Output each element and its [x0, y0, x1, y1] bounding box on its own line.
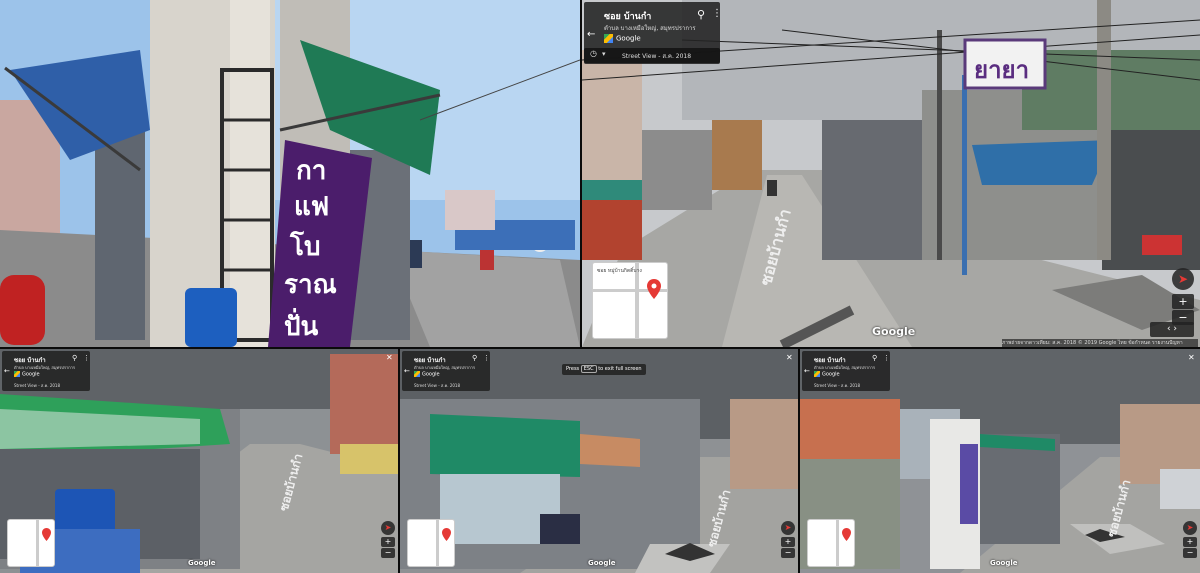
- minus-icon[interactable]: −: [1183, 548, 1197, 558]
- chevron-down-icon: ▾: [602, 50, 606, 58]
- nav-arrows[interactable]: ‹ ›: [1150, 322, 1194, 337]
- map-pin-icon: [647, 279, 661, 299]
- sign-line: โบ: [290, 232, 321, 262]
- sign-line: ปั่น: [284, 312, 319, 342]
- hint-press: Press: [566, 366, 580, 372]
- google-label: Google: [22, 371, 40, 378]
- google-watermark: Google: [188, 559, 216, 567]
- street-view-date[interactable]: Street View - ส.ค. 2018: [814, 382, 860, 389]
- google-maps-logo-icon: [604, 34, 613, 43]
- arrow-back-icon[interactable]: ←: [404, 367, 410, 375]
- fullscreen-hint: Press ESC to exit full screen: [562, 364, 646, 375]
- more-vert-icon[interactable]: ⋮: [483, 354, 490, 362]
- google-maps-logo-icon: [814, 371, 820, 377]
- compass-icon[interactable]: ➤: [1172, 268, 1194, 290]
- location-title: ซอย บ้านกำ: [604, 12, 652, 22]
- minimap[interactable]: [7, 519, 55, 567]
- map-pin-icon: [42, 528, 51, 541]
- google-label: Google: [616, 34, 641, 43]
- google-maps-link[interactable]: Google: [414, 371, 440, 378]
- google-watermark: Google: [588, 559, 616, 567]
- minimap[interactable]: [807, 519, 855, 567]
- location-subtitle: ตำบล บางเหมือใหญ่, สมุทรปราการ: [814, 365, 876, 370]
- clock-icon: ◷: [590, 49, 597, 58]
- minimap[interactable]: [407, 519, 455, 567]
- minus-icon[interactable]: −: [381, 548, 395, 558]
- close-icon[interactable]: ✕: [786, 353, 793, 362]
- close-icon[interactable]: ✕: [1188, 353, 1195, 362]
- map-pin-icon: [442, 528, 451, 541]
- map-pin-icon: [842, 528, 851, 541]
- location-subtitle: ตำบล บางเหมือใหญ่, สมุทรปราการ: [14, 365, 76, 370]
- plus-icon[interactable]: +: [1172, 294, 1194, 309]
- minimap[interactable]: ซอย หมู่บ้านกิตติ์บาง: [592, 262, 668, 339]
- location-subtitle: ตำบล บางเหมือใหญ่, สมุทรปราการ: [414, 365, 476, 370]
- streetview-main-panel[interactable]: ยายา ซอยบ้านกำ ← ซอย บ้านกำ ตำบล บางเหมื…: [582, 0, 1200, 347]
- google-maps-link[interactable]: Google: [814, 371, 840, 378]
- close-icon[interactable]: ✕: [386, 353, 393, 362]
- street-view-date[interactable]: Street View - ส.ค. 2018: [414, 382, 460, 389]
- compass-icon[interactable]: ➤: [1183, 521, 1197, 535]
- google-maps-logo-icon: [414, 371, 420, 377]
- minimap-road: [836, 520, 839, 566]
- street-view-date-bar[interactable]: ◷ ▾ Street View - ส.ค. 2018: [584, 48, 720, 63]
- sign-line: กา: [296, 156, 327, 186]
- more-vert-icon[interactable]: ⋮: [883, 354, 890, 362]
- streetview-small-panel-3[interactable]: ซอยบ้านกำ ← ซอย บ้านกำ ตำบล บางเหมือใหญ่…: [800, 349, 1200, 573]
- google-watermark: Google: [872, 325, 916, 338]
- arrow-back-icon[interactable]: ←: [804, 367, 810, 375]
- plus-icon[interactable]: +: [1183, 537, 1197, 547]
- map-pin-icon[interactable]: ⚲: [872, 354, 877, 362]
- hint-rest: to exit full screen: [598, 366, 642, 372]
- google-watermark: Google: [990, 559, 1018, 567]
- street-view-date: Street View - ส.ค. 2018: [622, 53, 692, 60]
- location-info-card[interactable]: ← ซอย บ้านกำ ตำบล บางเหมือใหญ่, สมุทรปรา…: [2, 351, 90, 391]
- street-view-date[interactable]: Street View - ส.ค. 2018: [14, 382, 60, 389]
- minimap-road: [436, 520, 439, 566]
- map-footer[interactable]: ภาพถ่ายจากดาวเทียม: ส.ค. 2018 © 2019 Goo…: [1002, 339, 1198, 347]
- location-info-card[interactable]: ← ซอย บ้านกำ ตำบล บางเหมือใหญ่, สมุทรปรา…: [802, 351, 890, 391]
- compass-icon[interactable]: ➤: [381, 521, 395, 535]
- location-info-card[interactable]: ← ซอย บ้านกำ ตำบล บางเหมือใหญ่, สมุทรปรา…: [402, 351, 490, 391]
- plus-icon[interactable]: +: [381, 537, 395, 547]
- google-label: Google: [422, 371, 440, 378]
- streetview-small-panel-1[interactable]: ซอยบ้านกำ ← ซอย บ้านกำ ตำบล บางเหมือใหญ่…: [0, 349, 398, 573]
- map-pin-icon[interactable]: ⚲: [472, 354, 477, 362]
- google-maps-link[interactable]: Google: [604, 34, 641, 43]
- map-pin-icon[interactable]: ⚲: [697, 8, 705, 21]
- plus-icon[interactable]: +: [781, 537, 795, 547]
- minimap-label: ซอย หมู่บ้านกิตติ์บาง: [597, 268, 642, 274]
- minus-icon[interactable]: −: [781, 548, 795, 558]
- google-maps-logo-icon: [14, 371, 20, 377]
- sign-line: แฟ: [294, 192, 330, 222]
- arrow-back-icon[interactable]: ←: [4, 367, 10, 375]
- streetview-small-panel-2[interactable]: ซอยบ้านกำ Press ESC to exit full screen …: [400, 349, 798, 573]
- shop-sign-text: ยายา: [974, 56, 1030, 84]
- location-subtitle: ตำบล บางเหมือใหญ่, สมุทรปราการ: [604, 25, 696, 32]
- more-vert-icon[interactable]: ⋮: [83, 354, 90, 362]
- arrow-back-icon[interactable]: ←: [587, 29, 595, 40]
- sign-line: ราณ: [284, 270, 337, 300]
- minimap-road: [36, 520, 39, 566]
- map-pin-icon[interactable]: ⚲: [72, 354, 77, 362]
- esc-key: ESC: [580, 365, 597, 373]
- google-label: Google: [822, 371, 840, 378]
- compass-icon[interactable]: ➤: [781, 521, 795, 535]
- google-maps-link[interactable]: Google: [14, 371, 40, 378]
- more-vert-icon[interactable]: ⋮: [712, 8, 722, 19]
- storefront-photo-panel: กา แฟ โบ ราณ ปั่น: [0, 0, 580, 347]
